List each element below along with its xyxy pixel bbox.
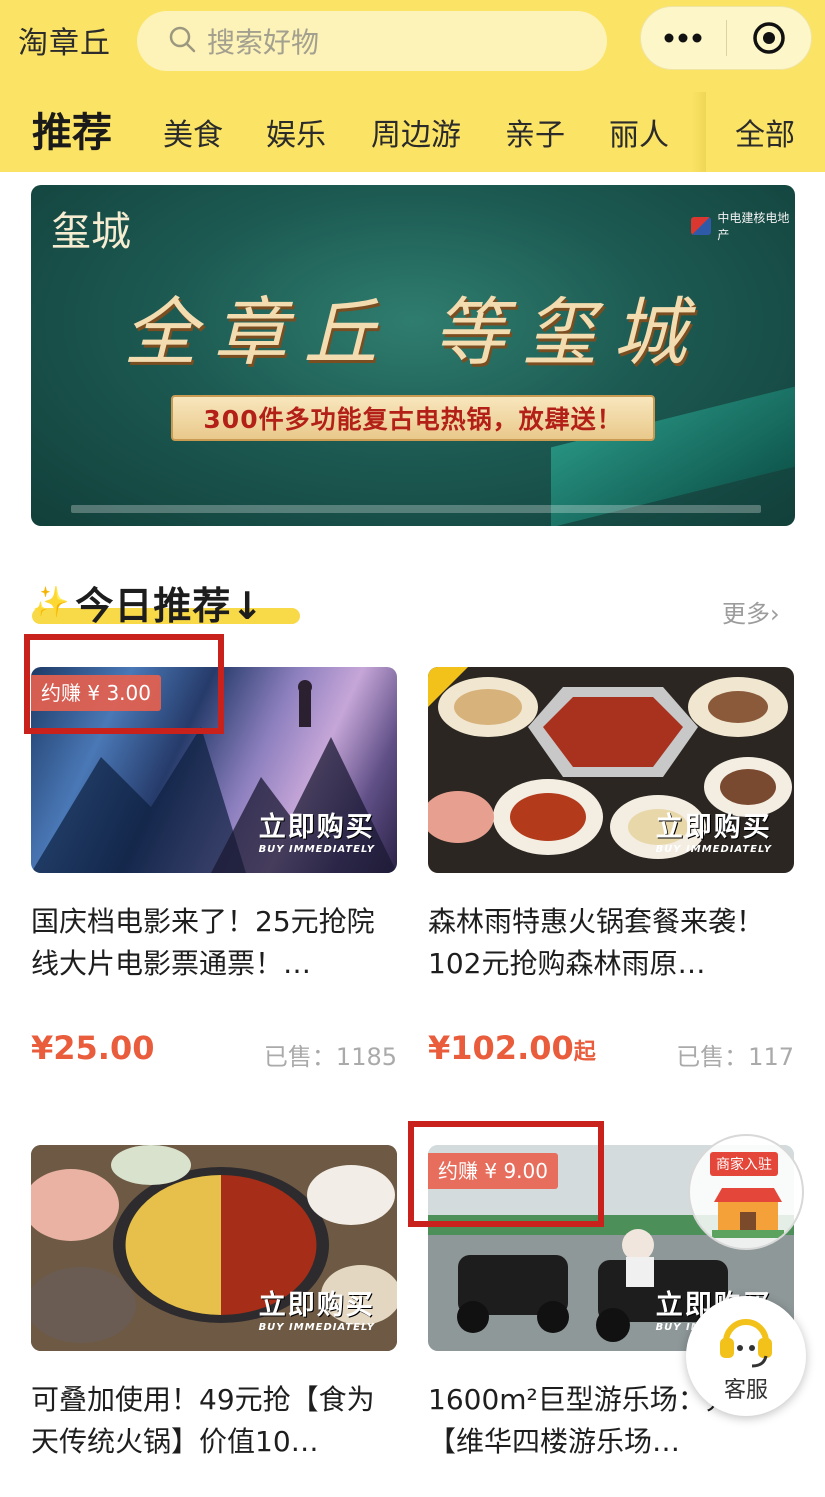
tab-recommend[interactable]: 推荐 (32, 100, 112, 158)
buy-now-label: 立即购买 BUY IMMEDIATELY (656, 805, 772, 855)
product-price: ¥25.00 (31, 1029, 154, 1067)
buy-now-en: BUY IMMEDIATELY (655, 844, 772, 855)
target-close-icon (753, 22, 785, 54)
banner-promo-plate: 300件多功能复古电热锅，放肆送！ (171, 395, 655, 441)
search-placeholder: 搜索好物 (207, 26, 320, 59)
sparkle-icon: ✨ (32, 584, 70, 620)
product-image-hotpot: 立即购买 BUY IMMEDIATELY (428, 667, 794, 873)
tab-beauty[interactable]: 丽人 (609, 110, 669, 154)
buy-now-text: 立即购买 (655, 812, 772, 843)
customer-service-button[interactable]: 客服 (686, 1296, 806, 1416)
headset-icon (720, 1319, 772, 1368)
more-link[interactable]: 更多› (722, 594, 780, 629)
tab-family[interactable]: 亲子 (505, 110, 565, 154)
banner-brand-text: 中电建核电地产 (717, 211, 790, 242)
product-title: 森林雨特惠火锅套餐来袭！102元抢购森林雨原… (428, 905, 765, 980)
price-value: ¥25.00 (31, 1029, 155, 1067)
sold-count: 已售：117 (676, 1043, 794, 1071)
buy-now-label: 立即购买 BUY IMMEDIATELY (259, 1283, 375, 1333)
banner-logo: 玺城 (51, 209, 131, 255)
product-image-hotpot-2: 立即购买 BUY IMMEDIATELY (31, 1145, 397, 1351)
buy-now-en: BUY IMMEDIATELY (258, 1322, 375, 1333)
search-icon (167, 24, 197, 58)
buy-now-label: 立即购买 BUY IMMEDIATELY (259, 805, 375, 855)
price-unit: 起 (573, 1040, 596, 1065)
nav-scroll-fade (692, 92, 706, 172)
tab-nearby-travel[interactable]: 周边游 (371, 110, 461, 154)
buy-now-en: BUY IMMEDIATELY (258, 844, 375, 855)
section-header: ✨ 今日推荐↓ (32, 578, 300, 628)
chevron-right-icon: › (770, 600, 780, 628)
more-dots-icon (664, 33, 702, 43)
product-title: 国庆档电影来了！25元抢院线大片电影票通票！… (31, 905, 375, 980)
section-title: 今日推荐↓ (75, 583, 265, 628)
banner-headline: 全章丘 等玺城 (123, 290, 703, 376)
close-miniprogram-button[interactable] (727, 6, 812, 70)
banner-brand: 中电建核电地产 (691, 209, 795, 243)
tab-entertainment[interactable]: 娱乐 (266, 110, 326, 154)
product-price: ¥102.00起 (428, 1029, 596, 1067)
shop-icon (712, 1188, 784, 1238)
search-bar[interactable]: 搜索好物 (137, 11, 607, 71)
tab-food[interactable]: 美食 (163, 110, 223, 154)
product-card[interactable]: 立即购买 BUY IMMEDIATELY 可叠加使用！49元抢【食为天传统火锅】… (31, 1145, 397, 1463)
price-value: ¥102.00 (428, 1029, 574, 1067)
customer-service-label: 客服 (723, 1378, 768, 1403)
product-card[interactable]: 立即购买 BUY IMMEDIATELY 森林雨特惠火锅套餐来袭！102元抢购森… (428, 667, 794, 1071)
highlight-box-earn-1 (24, 634, 224, 734)
promo-banner[interactable]: 玺城 中电建核电地产 全章丘 等玺城 300件多功能复古电热锅，放肆送！ (31, 185, 795, 526)
buy-now-text: 立即购买 (258, 812, 375, 843)
more-link-label: 更多 (722, 600, 770, 628)
top-bar: 淘章丘 搜索好物 推荐 美食 娱乐 周边游 亲子 丽人 全部 (0, 0, 825, 172)
more-menu-button[interactable] (641, 6, 726, 70)
brand-logo-icon (691, 217, 712, 235)
buy-now-text: 立即购买 (258, 1290, 375, 1321)
highlight-box-earn-2 (408, 1121, 604, 1227)
tab-all[interactable]: 全部 (735, 110, 795, 154)
merchant-join-button[interactable]: 商家入驻 (688, 1134, 804, 1250)
product-title: 可叠加使用！49元抢【食为天传统火锅】价值10… (31, 1383, 375, 1458)
merchant-join-label: 商家入驻 (710, 1152, 778, 1176)
category-nav: 推荐 美食 娱乐 周边游 亲子 丽人 全部 (0, 92, 825, 172)
miniprogram-capsule (640, 6, 812, 70)
banner-fine-print (71, 505, 761, 513)
banner-promo-text: 300件多功能复古电热锅，放肆送！ (203, 405, 623, 434)
sold-count: 已售：1185 (263, 1043, 397, 1071)
app-title: 淘章丘 (18, 26, 111, 61)
